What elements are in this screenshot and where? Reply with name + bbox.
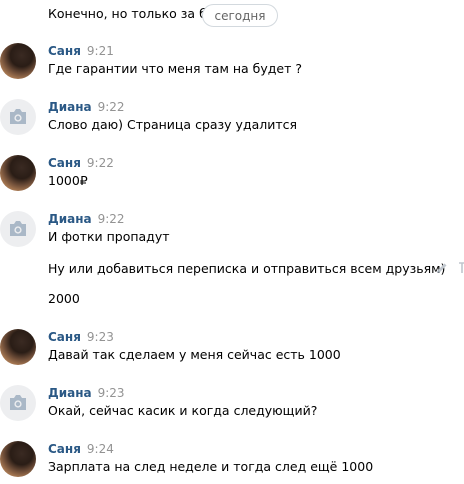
author-name[interactable]: Диана [48, 386, 92, 400]
partial-message-text: Конечно, но только за баб [48, 6, 223, 21]
avatar[interactable] [0, 329, 36, 365]
message-time[interactable]: 9:23 [98, 386, 125, 400]
message-time[interactable]: 9:22 [98, 100, 125, 114]
message-header: Диана 9:22 [48, 212, 125, 227]
camera-icon [10, 221, 26, 236]
message-text: Ну или добавиться переписка и отправитьс… [48, 261, 446, 276]
author-name[interactable]: Саня [48, 44, 81, 58]
message-text: 1000₽ [48, 173, 88, 188]
camera-icon [10, 109, 26, 124]
message-actions [436, 262, 464, 278]
avatar[interactable] [0, 155, 36, 191]
message-text: Зарплата на след неделе и тогда след ещё… [48, 459, 374, 474]
message-time[interactable]: 9:22 [87, 156, 114, 170]
message-header: Диана 9:22 [48, 100, 125, 115]
author-name[interactable]: Диана [48, 100, 92, 114]
avatar[interactable] [0, 99, 36, 135]
pencil-icon[interactable] [436, 262, 448, 274]
author-name[interactable]: Саня [48, 442, 81, 456]
message-text: Давай так сделаем у меня сейчас есть 100… [48, 347, 341, 362]
pin-icon[interactable] [458, 262, 464, 274]
message-text: И фотки пропадут [48, 229, 170, 244]
avatar[interactable] [0, 385, 36, 421]
message-text: Слово даю) Страница сразу удалится [48, 117, 298, 132]
date-separator: сегодня [202, 4, 278, 27]
author-name[interactable]: Саня [48, 330, 81, 344]
message-header: Саня 9:23 [48, 330, 114, 345]
message-time[interactable]: 9:23 [87, 330, 114, 344]
author-name[interactable]: Диана [48, 212, 92, 226]
message-text: 2000 [48, 291, 80, 306]
message-header: Диана 9:23 [48, 386, 125, 401]
message-text: Где гарантии что меня там на будет ? [48, 61, 302, 76]
message-time[interactable]: 9:24 [87, 442, 114, 456]
camera-icon [10, 395, 26, 410]
chat-history: Конечно, но только за баб сегодня Саня 9:… [0, 0, 464, 484]
message-time[interactable]: 9:21 [87, 44, 114, 58]
avatar[interactable] [0, 43, 36, 79]
message-header: Саня 9:22 [48, 156, 114, 171]
message-time[interactable]: 9:22 [98, 212, 125, 226]
message-text: Окай, сейчас касик и когда следующий? [48, 403, 318, 418]
author-name[interactable]: Саня [48, 156, 81, 170]
message-header: Саня 9:24 [48, 442, 114, 457]
avatar[interactable] [0, 441, 36, 477]
message-header: Саня 9:21 [48, 44, 114, 59]
avatar[interactable] [0, 211, 36, 247]
